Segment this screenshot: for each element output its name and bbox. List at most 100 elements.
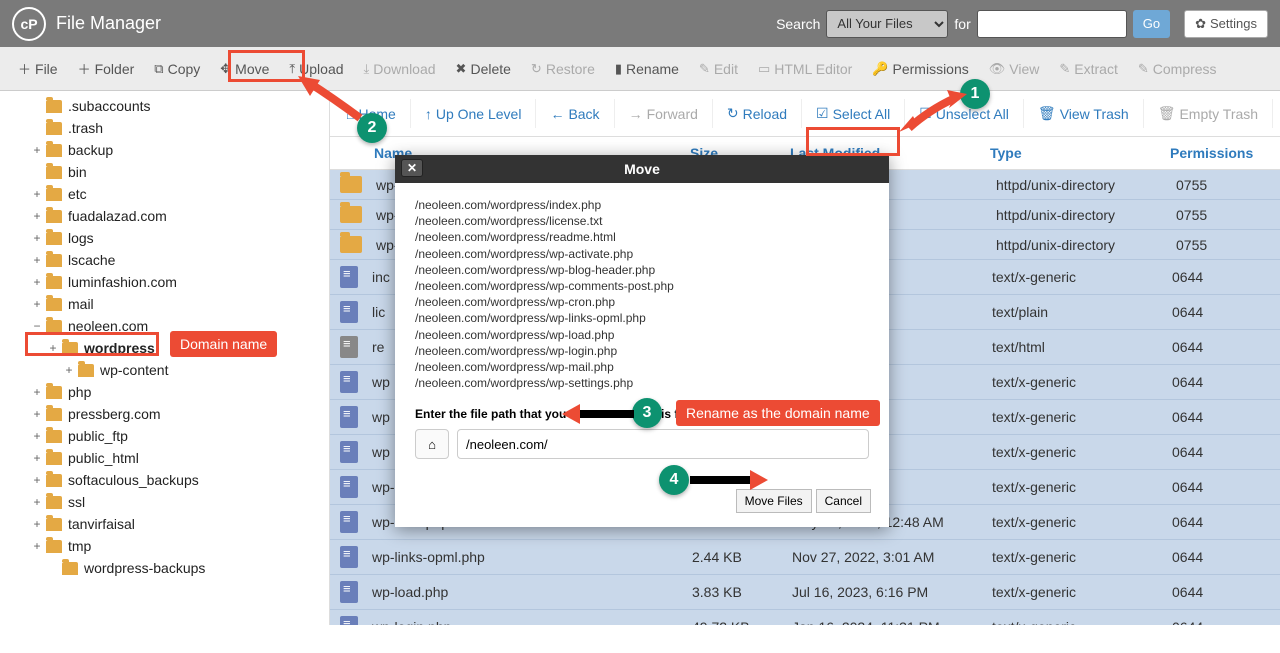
home-path-button[interactable]: ⌂ — [415, 429, 449, 459]
tree-item--trash[interactable]: .trash — [0, 117, 329, 139]
folder-button[interactable]: ＋Folder — [68, 51, 145, 86]
tree-label: ssl — [68, 494, 85, 510]
folder-icon — [46, 254, 62, 267]
compress-button[interactable]: ✎Compress — [1128, 51, 1238, 86]
folder-icon — [46, 430, 62, 443]
tree-item-public-html[interactable]: + public_html — [0, 447, 329, 469]
copy-button[interactable]: ⧉Copy — [144, 51, 210, 86]
search-input[interactable] — [977, 10, 1127, 38]
extract-button[interactable]: ✎Extract — [1049, 51, 1127, 86]
folder-icon — [46, 540, 62, 553]
file-icon — [340, 546, 358, 568]
file-permissions: 0755 — [1176, 207, 1280, 223]
tree-item--subaccounts[interactable]: .subaccounts — [0, 95, 329, 117]
tree-item-backup[interactable]: + backup — [0, 139, 329, 161]
expander-icon[interactable]: + — [30, 451, 44, 465]
go-button[interactable]: Go — [1133, 10, 1170, 38]
folder-icon — [46, 474, 62, 487]
tree-label: logs — [68, 230, 94, 246]
delete-icon: ✖ — [456, 61, 467, 77]
expander-icon[interactable]: + — [30, 495, 44, 509]
forward-button[interactable]: →Forward — [615, 99, 713, 128]
tree-item-pressberg-com[interactable]: +pressberg.com — [0, 403, 329, 425]
expander-icon[interactable]: + — [30, 407, 44, 421]
expander-icon[interactable]: + — [62, 363, 76, 377]
file-type: httpd/unix-directory — [996, 237, 1176, 253]
tree-item-tmp[interactable]: +tmp — [0, 535, 329, 557]
search-scope-select[interactable]: All Your Files — [826, 10, 948, 38]
expander-icon[interactable]: + — [30, 539, 44, 553]
delete-button[interactable]: ✖Delete — [446, 51, 521, 86]
file-permissions: 0644 — [1172, 409, 1280, 425]
expander-icon[interactable]: + — [30, 297, 44, 311]
annotation-arrow-2 — [298, 76, 368, 129]
view-button[interactable]: 👁View — [979, 51, 1050, 86]
file-button[interactable]: ＋File — [8, 51, 68, 86]
tree-item-php[interactable]: +php — [0, 381, 329, 403]
tree-item-mail[interactable]: +mail — [0, 293, 329, 315]
expander-icon[interactable]: + — [30, 209, 44, 223]
empty-trash-button[interactable]: 🗑Empty Trash — [1144, 99, 1273, 128]
folder-icon — [46, 144, 62, 157]
tree-label: .subaccounts — [68, 98, 151, 114]
expander-icon[interactable]: + — [30, 385, 44, 399]
tree-item-logs[interactable]: + logs — [0, 227, 329, 249]
tree-item-softaculous-backups[interactable]: +softaculous_backups — [0, 469, 329, 491]
close-button[interactable]: ✕ — [401, 159, 423, 177]
move-source-path: /neoleen.com/wordpress/wp-activate.php — [415, 246, 869, 262]
back-button[interactable]: ←Back — [536, 99, 614, 128]
expander-icon[interactable]: + — [30, 231, 44, 245]
tree-item-tanvirfaisal[interactable]: +tanvirfaisal — [0, 513, 329, 535]
tree-label: wordpress-backups — [84, 560, 205, 576]
download-icon: ⤓ — [364, 61, 370, 77]
expander-icon[interactable]: + — [30, 253, 44, 267]
tree-label: wp-content — [100, 362, 168, 378]
file-row[interactable]: wp-load.php3.83 KBJul 16, 2023, 6:16 PMt… — [330, 575, 1280, 610]
restore-icon: ↻ — [531, 61, 542, 77]
cancel-button[interactable]: Cancel — [816, 489, 871, 513]
tree-item-lscache[interactable]: +lscache — [0, 249, 329, 271]
tree-label: public_html — [68, 450, 139, 466]
expander-icon[interactable]: + — [30, 143, 44, 157]
folder-icon — [46, 276, 62, 289]
permissions-button[interactable]: 🔑Permissions — [862, 51, 978, 86]
edit-button[interactable]: ✎Edit — [689, 51, 748, 86]
tree-label: bin — [68, 164, 87, 180]
settings-button[interactable]: ✿Settings — [1184, 10, 1268, 38]
up-one-level-button[interactable]: ↑Up One Level — [411, 99, 537, 128]
expander-icon[interactable]: + — [30, 473, 44, 487]
plus-icon: ＋ — [18, 59, 31, 78]
file-size: 3.83 KB — [692, 584, 792, 600]
tree-item-luminfashion-com[interactable]: +luminfashion.com — [0, 271, 329, 293]
file-name: wp-load.php — [372, 584, 692, 600]
select-all-button[interactable]: ☑Select All — [802, 99, 905, 128]
up-arrow-icon: ↑ — [425, 106, 432, 122]
column-type[interactable]: Type — [990, 145, 1170, 161]
move-modal: ✕ Move /neoleen.com/wordpress/index.php/… — [395, 155, 889, 527]
annotation-badge-4: 4 — [659, 465, 689, 495]
expander-icon[interactable]: + — [30, 517, 44, 531]
expander-icon[interactable]: + — [30, 275, 44, 289]
file-type: httpd/unix-directory — [996, 177, 1176, 193]
expander-icon[interactable]: − — [30, 319, 44, 333]
file-row[interactable]: wp-login.php49.72 KBJan 16, 2024, 11:31 … — [330, 610, 1280, 625]
restore-button[interactable]: ↻Restore — [521, 51, 605, 86]
rename-button[interactable]: ▮Rename — [605, 51, 689, 86]
tree-item-etc[interactable]: +etc — [0, 183, 329, 205]
tree-item-public-ftp[interactable]: +public_ftp — [0, 425, 329, 447]
tree-item-ssl[interactable]: + ssl — [0, 491, 329, 513]
view-trash-button[interactable]: 🗑View Trash — [1024, 99, 1144, 128]
html-editor-button[interactable]: ▭HTML Editor — [748, 51, 862, 86]
tree-label: backup — [68, 142, 113, 158]
file-row[interactable]: wp-links-opml.php2.44 KBNov 27, 2022, 3:… — [330, 540, 1280, 575]
expander-icon[interactable]: + — [30, 187, 44, 201]
destination-input[interactable] — [457, 429, 869, 459]
tree-item-wordpress-backups[interactable]: wordpress-backups — [0, 557, 329, 579]
tree-item-bin[interactable]: bin — [0, 161, 329, 183]
tree-item-fuadalazad-com[interactable]: +fuadalazad.com — [0, 205, 329, 227]
expander-icon[interactable]: + — [30, 429, 44, 443]
reload-button[interactable]: ↻Reload — [713, 99, 802, 128]
file-modified: Jan 16, 2024, 11:31 PM — [792, 619, 992, 625]
tree-item-wp-content[interactable]: + wp-content — [0, 359, 329, 381]
column-permissions[interactable]: Permissions — [1170, 145, 1280, 161]
